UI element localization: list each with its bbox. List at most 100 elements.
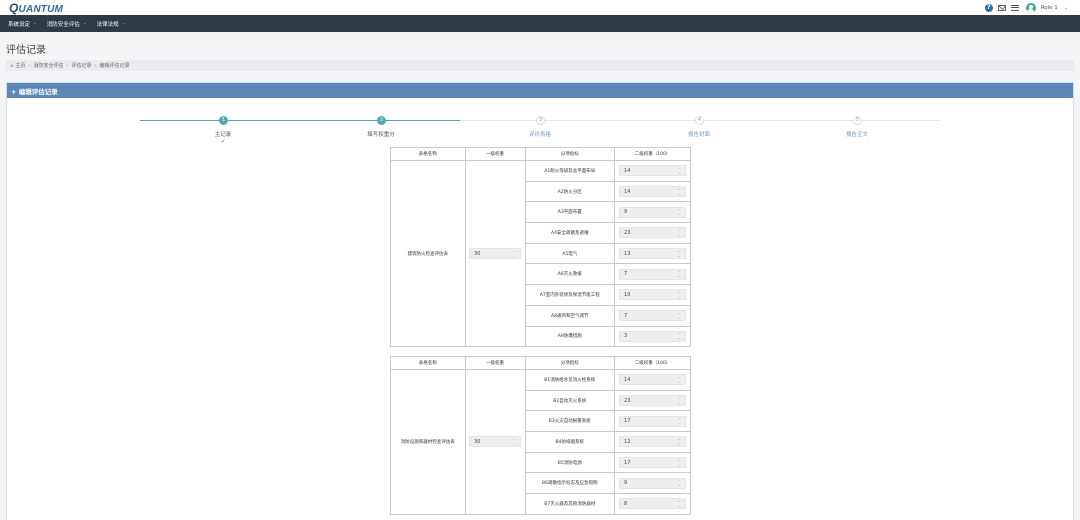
spinner-icon[interactable]: ⌃ ⌄: [678, 438, 681, 445]
level2-weight-input[interactable]: 10 ⌃ ⌄: [619, 289, 687, 301]
level2-cell: 13 ⌃ ⌄: [614, 242, 691, 265]
level2-weight-input[interactable]: 14 ⌃ ⌄: [619, 374, 687, 386]
level2-cell: 9 ⌃ ⌄: [614, 472, 691, 495]
level2-cell: 23 ⌃ ⌄: [614, 389, 691, 412]
level2-weight-input[interactable]: 8 ⌃ ⌄: [619, 498, 687, 510]
spinner-icon[interactable]: ⌃ ⌄: [678, 209, 681, 216]
nav-item-system-settings[interactable]: 系统设定 ⌄: [8, 20, 37, 28]
spinner-icon[interactable]: ⌃ ⌄: [678, 459, 681, 466]
spinner-icon[interactable]: ⌃ ⌄: [678, 418, 681, 425]
level2-cell: 17 ⌃ ⌄: [614, 451, 691, 474]
breadcrumb-records[interactable]: 评估记录: [72, 62, 92, 69]
chevron-down-icon: ⌄: [121, 21, 126, 26]
sub-index-label: B7灭火器及其他消防器材: [524, 493, 616, 515]
chevron-down-icon: ⌄: [33, 21, 37, 26]
col-header-sub-index: 分项指标: [524, 356, 616, 370]
spinner-icon[interactable]: ⌃ ⌄: [678, 250, 681, 257]
spinner-icon[interactable]: ⌃ ⌄: [513, 438, 516, 445]
spinner-icon[interactable]: ⌃ ⌄: [678, 333, 681, 340]
level2-weight-input[interactable]: 7 ⌃ ⌄: [619, 310, 687, 322]
step-5-label[interactable]: 报告正文: [827, 130, 887, 138]
level2-weight-input[interactable]: 9 ⌃ ⌄: [619, 477, 687, 489]
col-header-table-name: 表格名称: [390, 356, 466, 370]
top-right-tools: ? Role 1 ⌄: [984, 2, 1068, 13]
spinner-icon[interactable]: ⌃ ⌄: [678, 291, 681, 298]
level1-weight-input[interactable]: 30 ⌃ ⌄: [469, 436, 522, 448]
spinner-icon[interactable]: ⌃ ⌄: [678, 167, 681, 174]
sub-index-label: B4防排烟系统: [524, 431, 616, 453]
step-5-circle[interactable]: 5: [853, 116, 862, 125]
spinner-icon[interactable]: ⌃ ⌄: [678, 376, 681, 383]
col-header-table-name: 表格名称: [390, 147, 466, 161]
step-2-circle[interactable]: 2: [377, 116, 386, 125]
level2-cell: 7 ⌃ ⌄: [614, 263, 691, 286]
step-4-circle[interactable]: 4: [695, 116, 704, 125]
level2-weight-input[interactable]: 17 ⌃ ⌄: [619, 415, 687, 427]
breadcrumb: ⌂ 主页 › 消防安全评估 › 评估记录 › 编辑评估记录: [6, 60, 1074, 71]
sub-index-label: A8通风和空气调节: [524, 304, 616, 327]
spinner-icon[interactable]: ⌃ ⌄: [678, 500, 681, 507]
step-4-label[interactable]: 报告封面: [669, 130, 729, 138]
spinner-icon[interactable]: ⌃ ⌄: [513, 250, 516, 257]
level2-cell: 3 ⌃ ⌄: [614, 325, 691, 348]
home-icon[interactable]: ⌂: [10, 63, 14, 69]
spinner-icon[interactable]: ⌃ ⌄: [678, 397, 681, 404]
mail-icon[interactable]: [997, 4, 1006, 11]
nav-item-regulations[interactable]: 法律法规 ⌄: [97, 20, 126, 28]
col-header-level1: 一级权重: [464, 147, 526, 161]
level2-cell: 10 ⌃ ⌄: [614, 284, 691, 306]
user-name[interactable]: Role 1: [1041, 5, 1058, 11]
level2-cell: 14 ⌃ ⌄: [614, 180, 691, 203]
help-icon[interactable]: ?: [984, 3, 993, 12]
edit-record-panel: + 编辑评估记录 1 主记录 ✔ 2 填写权重分 3 评价表格 4 报告封面 5…: [6, 82, 1074, 520]
level2-cell: 9 ⌃ ⌄: [614, 201, 691, 224]
spinner-icon[interactable]: ⌃ ⌄: [678, 480, 681, 487]
user-avatar-icon[interactable]: [1025, 2, 1036, 13]
col-header-level1: 一级权重: [464, 356, 526, 370]
level2-cell: 14 ⌃ ⌄: [614, 369, 691, 391]
level2-weight-input[interactable]: 23 ⌃ ⌄: [619, 395, 687, 407]
breadcrumb-separator: ›: [94, 62, 97, 69]
col-header-sub-index: 分项指标: [524, 147, 616, 161]
spinner-icon[interactable]: ⌃ ⌄: [678, 312, 681, 319]
weight-table-facilities: 表格名称 一级权重 分项指标 二级权重（100） 消防设施和器材检查评估表 30…: [390, 356, 691, 515]
breadcrumb-fire-assessment[interactable]: 消防安全评估: [34, 62, 64, 69]
level2-cell: 12 ⌃ ⌄: [614, 431, 691, 453]
level2-weight-input[interactable]: 23 ⌃ ⌄: [619, 227, 687, 239]
chevron-down-icon[interactable]: ⌄: [1064, 5, 1068, 11]
level1-cell: 30 ⌃ ⌄: [464, 159, 526, 348]
weight-table-building-fire: 表格名称 一级权重 分项指标 二级权重（100） 建筑防火检查评估表 30 ⌃ ⌄ …: [390, 147, 691, 348]
step-3-circle[interactable]: 3: [536, 116, 545, 125]
sub-index-label: A2防火分区: [524, 180, 616, 203]
sub-index-label: B2自动灭火系统: [524, 389, 616, 412]
spinner-icon[interactable]: ⌃ ⌄: [678, 229, 681, 236]
level2-weight-input[interactable]: 3 ⌃ ⌄: [619, 330, 687, 342]
sub-index-label: A9防爆措施: [524, 325, 616, 348]
nav-item-fire-assessment[interactable]: 消防安全评估 ⌄: [47, 20, 87, 28]
level2-weight-input[interactable]: 14 ⌃ ⌄: [619, 165, 687, 177]
stepper-progress-line: [140, 120, 460, 121]
level2-cell: 23 ⌃ ⌄: [614, 222, 691, 244]
level2-weight-input[interactable]: 9 ⌃ ⌄: [619, 206, 687, 218]
level2-cell: 17 ⌃ ⌄: [614, 410, 691, 433]
step-2-label[interactable]: 填写权重分: [351, 130, 411, 138]
top-bar: QUANTUM ? Role 1 ⌄: [0, 0, 1080, 15]
sub-index-label: B6疏散指示标志及应急照明: [524, 472, 616, 495]
breadcrumb-home[interactable]: 主页: [16, 62, 26, 69]
step-3-label[interactable]: 评价表格: [510, 130, 570, 138]
level2-weight-input[interactable]: 12 ⌃ ⌄: [619, 436, 687, 448]
spinner-icon[interactable]: ⌃ ⌄: [678, 271, 681, 278]
spinner-icon[interactable]: ⌃ ⌄: [678, 188, 681, 195]
level2-weight-input[interactable]: 17 ⌃ ⌄: [619, 457, 687, 469]
sub-index-label: A1耐火等级及总平面布局: [524, 160, 616, 182]
step-1-circle[interactable]: 1: [219, 116, 228, 125]
quantum-logo[interactable]: QUANTUM: [9, 1, 63, 15]
step-1-label[interactable]: 主记录: [193, 130, 253, 138]
level2-weight-input[interactable]: 14 ⌃ ⌄: [619, 186, 687, 198]
page-title: 评估记录: [6, 45, 46, 56]
chevron-down-icon: ⌄: [82, 21, 87, 26]
list-icon[interactable]: [1010, 4, 1019, 11]
level2-weight-input[interactable]: 7 ⌃ ⌄: [619, 268, 687, 280]
level2-weight-input[interactable]: 13 ⌃ ⌄: [619, 248, 687, 260]
level1-weight-input[interactable]: 30 ⌃ ⌄: [469, 248, 522, 260]
